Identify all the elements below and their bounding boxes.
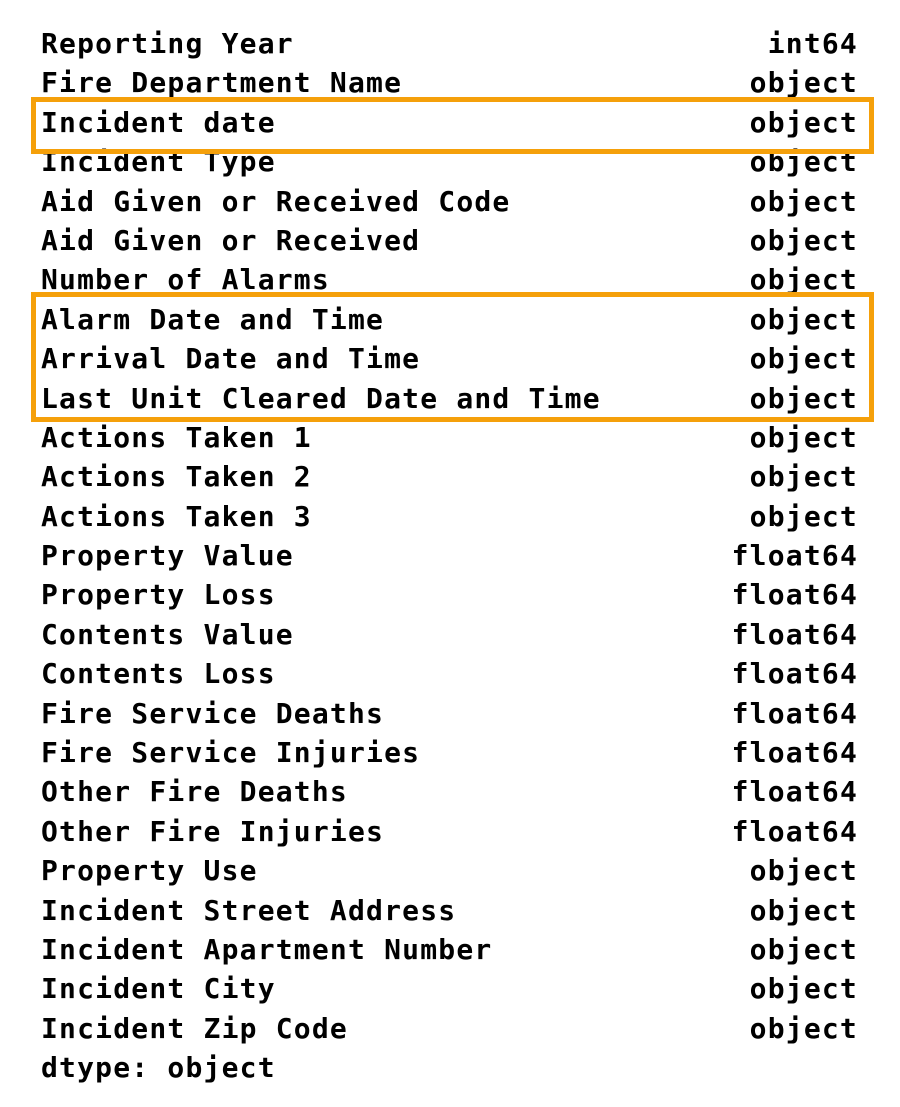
column-dtype: int64 [767, 27, 858, 60]
dtype-row: Aid Given or Received object [0, 221, 900, 260]
column-dtype: object [749, 381, 858, 415]
column-dtype: object [749, 932, 858, 966]
dtype-row: Number of Alarms object [0, 260, 900, 299]
dtype-row: Property Loss float64 [0, 575, 900, 614]
column-dtype: float64 [731, 578, 858, 612]
column-name: Property Loss [41, 578, 276, 612]
dtype-row: Actions Taken 3 object [0, 497, 900, 536]
dtype-row: Last Unit Cleared Date and Time object [0, 379, 900, 418]
column-name: Last Unit Cleared Date and Time [41, 381, 601, 415]
column-name: Arrival Date and Time [41, 342, 421, 376]
dtype-row: Other Fire Deaths float64 [0, 772, 900, 811]
column-name: Incident Apartment Number [41, 932, 493, 966]
column-name: Fire Service Deaths [41, 696, 385, 730]
dtype-row: Aid Given or Received Code object [0, 182, 900, 221]
column-dtype: object [749, 66, 858, 100]
column-name: Incident Street Address [41, 893, 457, 927]
column-name: Fire Department Name [41, 66, 403, 100]
column-name: Incident date [41, 105, 276, 139]
column-name: Contents Loss [41, 657, 276, 691]
column-name: Property Use [41, 854, 258, 888]
column-dtype: object [749, 499, 858, 533]
dtype-row: Fire Service Deaths float64 [0, 694, 900, 733]
column-dtype: object [749, 184, 858, 218]
dtype-row: Contents Value float64 [0, 615, 900, 654]
column-dtype: float64 [731, 617, 858, 651]
dtype-row: Property Use object [0, 851, 900, 890]
column-dtype: object [749, 263, 858, 297]
dtype-row: Actions Taken 2 object [0, 457, 900, 496]
dtype-list: Reporting Year int64 Fire Department Name o… [0, 24, 900, 1048]
column-dtype: float64 [731, 775, 858, 809]
column-name: Number of Alarms [41, 263, 330, 297]
column-dtype: object [749, 972, 858, 1006]
column-name: Incident Zip Code [41, 1011, 348, 1045]
column-name: Contents Value [41, 617, 294, 651]
dtype-row: Fire Department Name object [0, 63, 900, 102]
column-dtype: float64 [731, 696, 858, 730]
dtype-row: Alarm Date and Time object [0, 300, 900, 339]
dtype-row: Incident Type object [0, 142, 900, 181]
column-dtype: object [749, 1011, 858, 1045]
dtype-row: Incident Zip Code object [0, 1009, 900, 1048]
column-dtype: object [749, 145, 858, 179]
dtype-footer: dtype: object [41, 1051, 276, 1085]
dtype-row: Incident Apartment Number object [0, 930, 900, 969]
dtype-row: Incident Street Address object [0, 891, 900, 930]
column-name: Actions Taken 3 [41, 499, 312, 533]
dtype-row: Reporting Year int64 [0, 24, 900, 63]
column-name: Fire Service Injuries [41, 736, 421, 770]
column-dtype: float64 [731, 539, 858, 573]
column-name: Incident City [41, 972, 276, 1006]
column-name: Aid Given or Received [41, 223, 421, 257]
column-dtype: object [749, 302, 858, 336]
dtype-row: Fire Service Injuries float64 [0, 733, 900, 772]
dtype-row: Contents Loss float64 [0, 654, 900, 693]
dtype-row: Incident date object [0, 103, 900, 142]
column-name: Aid Given or Received Code [41, 184, 511, 218]
column-dtype: object [749, 854, 858, 888]
column-name: Incident Type [41, 145, 276, 179]
column-name: Actions Taken 2 [41, 460, 312, 494]
column-name: Reporting Year [41, 27, 294, 60]
column-name: Property Value [41, 539, 294, 573]
column-dtype: object [749, 223, 858, 257]
dtype-row: Other Fire Injuries float64 [0, 812, 900, 851]
column-dtype: float64 [731, 657, 858, 691]
dtypes-output: Reporting Year int64 Fire Department Name o… [0, 24, 900, 1088]
column-dtype: object [749, 105, 858, 139]
dtype-row: Arrival Date and Time object [0, 339, 900, 378]
column-dtype: float64 [731, 814, 858, 848]
column-dtype: object [749, 893, 858, 927]
dtype-row: Actions Taken 1 object [0, 418, 900, 457]
dtype-row: Property Value float64 [0, 536, 900, 575]
column-name: Other Fire Deaths [41, 775, 348, 809]
column-name: Actions Taken 1 [41, 420, 312, 454]
column-name: Alarm Date and Time [41, 302, 385, 336]
column-dtype: float64 [731, 736, 858, 770]
column-dtype: object [749, 342, 858, 376]
column-dtype: object [749, 420, 858, 454]
column-dtype: object [749, 460, 858, 494]
dtype-row: Incident City object [0, 969, 900, 1008]
column-name: Other Fire Injuries [41, 814, 385, 848]
